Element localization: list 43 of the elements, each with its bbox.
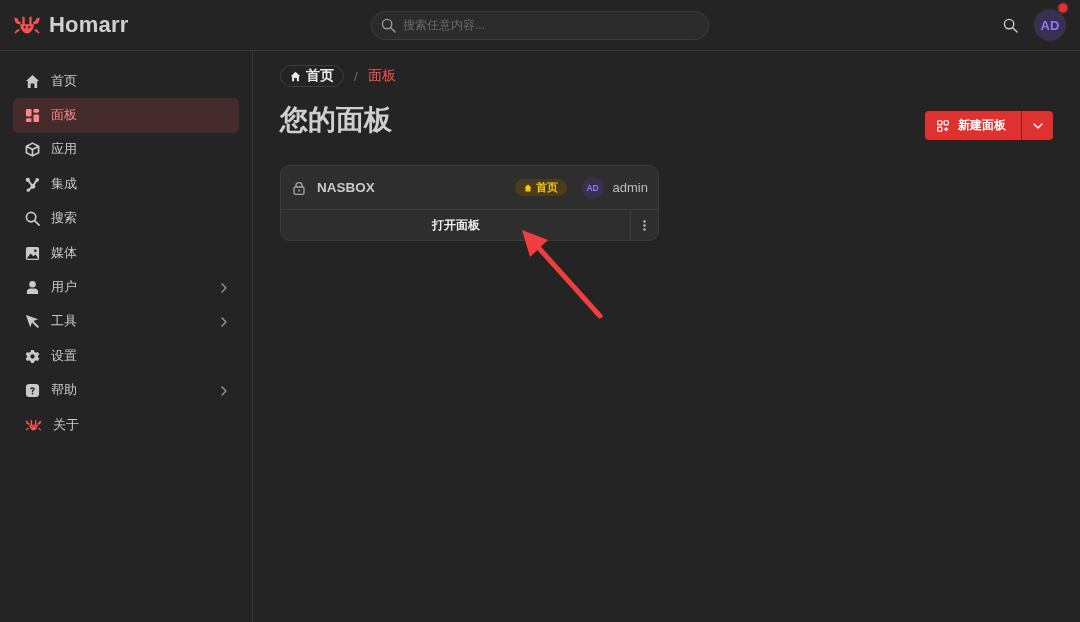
user-icon	[25, 280, 40, 296]
owner-name: admin	[612, 180, 648, 195]
user-avatar[interactable]: AD	[1034, 9, 1066, 41]
settings-icon	[25, 348, 40, 364]
cube-icon	[25, 142, 40, 158]
search-field[interactable]: 搜索任意内容...	[371, 10, 709, 40]
search-icon	[381, 17, 396, 33]
pointer-icon	[25, 314, 40, 330]
sidebar-item[interactable]: 集成	[13, 167, 239, 202]
owner-avatar: AD	[581, 176, 604, 199]
sidebar-item[interactable]: 帮助	[13, 373, 239, 408]
home-icon	[25, 73, 40, 89]
image-icon	[25, 245, 40, 261]
sidebar-item[interactable]: 面板	[13, 98, 239, 133]
sidebar-item[interactable]: 设置	[13, 339, 239, 374]
logo-icon	[25, 417, 42, 433]
breadcrumb-current[interactable]: 面板	[367, 67, 396, 85]
app-name: Homarr	[49, 12, 129, 38]
logo-icon	[13, 13, 41, 37]
board-name: NASBOX	[317, 180, 376, 195]
home-icon	[290, 70, 301, 82]
sidebar-item[interactable]: 应用	[13, 132, 239, 168]
home-icon	[523, 183, 532, 192]
search-button[interactable]	[1003, 17, 1018, 33]
dashboard-icon	[25, 108, 40, 124]
breadcrumb-separator: /	[354, 68, 358, 84]
sidebar-item[interactable]: 媒体	[13, 235, 239, 271]
home-badge: 首页	[514, 179, 567, 196]
sidebar-item[interactable]: 搜索	[13, 201, 239, 236]
search-icon	[1003, 17, 1018, 33]
new-board-button[interactable]: 新建面板	[925, 111, 1021, 140]
nodes-icon	[25, 176, 40, 192]
help-icon	[25, 383, 40, 399]
search-icon	[25, 211, 40, 227]
page-title: 您的面板	[280, 103, 392, 137]
more-icon	[643, 219, 646, 231]
sidebar-item[interactable]: 首页	[13, 64, 239, 99]
dropdown-button[interactable]	[1021, 111, 1053, 140]
chevron-down-icon	[1032, 122, 1043, 129]
sidebar-item[interactable]: 工具	[13, 304, 239, 340]
grid-plus-icon	[937, 119, 949, 132]
sidebar-item[interactable]: 用户	[13, 270, 239, 305]
sidebar-item[interactable]: 关于	[13, 407, 239, 443]
